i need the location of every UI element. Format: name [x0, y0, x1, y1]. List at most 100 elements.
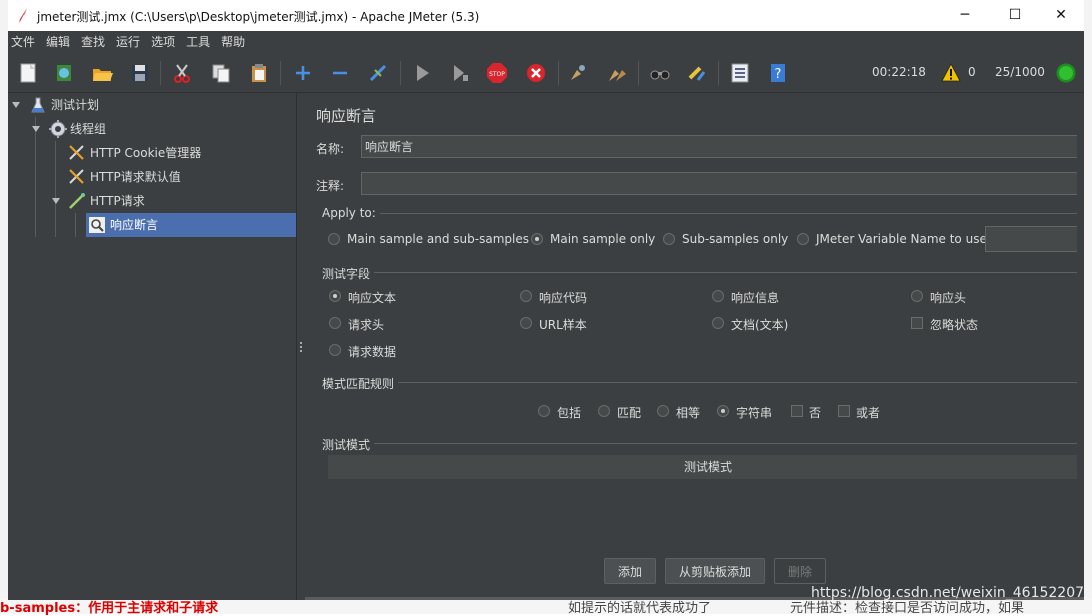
divider-grip	[300, 342, 302, 344]
menu-edit[interactable]: 编辑	[46, 31, 70, 53]
field-response-headers-radio[interactable]	[911, 290, 923, 302]
rule-contains-radio[interactable]	[538, 405, 550, 417]
rule-or-checkbox[interactable]	[838, 405, 850, 417]
collapse-icon[interactable]	[329, 62, 351, 84]
tree-item-thread-group[interactable]: 线程组	[8, 117, 296, 141]
menu-run[interactable]: 运行	[116, 31, 140, 53]
apply-sub-only-radio[interactable]	[663, 233, 675, 245]
name-field[interactable]: 响应断言	[361, 135, 1084, 158]
clear-icon[interactable]	[567, 62, 589, 84]
add-button[interactable]: 添加	[604, 558, 656, 584]
function-helper-icon[interactable]	[729, 62, 751, 84]
new-icon[interactable]	[17, 62, 39, 84]
title-bar[interactable]: jmeter测试.jmx (C:\Users\p\Desktop\jmeter测…	[8, 0, 1084, 31]
help-icon[interactable]: ?	[767, 62, 789, 84]
variable-name-field[interactable]	[985, 226, 1084, 252]
toolbar-separator	[160, 61, 161, 85]
field-response-headers-label[interactable]: 响应头	[930, 289, 966, 306]
field-document-radio[interactable]	[712, 317, 724, 329]
field-request-data-label[interactable]: 请求数据	[348, 343, 396, 360]
rule-equals-label[interactable]: 相等	[676, 404, 700, 421]
divider-grip	[300, 346, 302, 348]
toggle-icon[interactable]	[367, 62, 389, 84]
paste-icon[interactable]	[248, 62, 270, 84]
vertical-scrollbar[interactable]	[1077, 93, 1084, 600]
apply-main-only-label[interactable]: Main sample only	[550, 232, 655, 246]
delete-button[interactable]: 删除	[774, 558, 826, 584]
field-response-text-label[interactable]: 响应文本	[348, 289, 396, 306]
add-from-clipboard-button[interactable]: 从剪贴板添加	[665, 558, 765, 584]
field-response-text-radio[interactable]	[329, 290, 341, 302]
expand-arrow-icon[interactable]	[52, 198, 60, 204]
svg-text:STOP: STOP	[489, 71, 505, 78]
copy-icon[interactable]	[210, 62, 232, 84]
rule-matches-radio[interactable]	[598, 405, 610, 417]
rule-matches-label[interactable]: 匹配	[617, 404, 641, 421]
search-icon[interactable]	[649, 62, 671, 84]
menu-search[interactable]: 查找	[81, 31, 105, 53]
field-request-headers-label[interactable]: 请求头	[348, 316, 384, 333]
patterns-title: 测试模式	[322, 436, 375, 453]
field-document-label[interactable]: 文档(文本)	[731, 316, 788, 333]
test-field-title: 测试字段	[322, 265, 375, 282]
rule-equals-radio[interactable]	[657, 405, 669, 417]
open-icon[interactable]	[91, 62, 113, 84]
apply-main-only-radio[interactable]	[531, 233, 543, 245]
apply-variable-label[interactable]: JMeter Variable Name to use	[816, 232, 987, 246]
pattern-rules-title: 模式匹配规则	[322, 375, 399, 392]
apply-variable-radio[interactable]	[797, 233, 809, 245]
rule-not-label[interactable]: 否	[809, 404, 821, 421]
clear-all-icon[interactable]	[606, 62, 628, 84]
apply-main-and-sub-radio[interactable]	[328, 233, 340, 245]
patterns-table-header[interactable]: 测试模式	[328, 455, 1084, 479]
pipette-icon	[69, 193, 85, 209]
cut-icon[interactable]	[171, 62, 193, 84]
field-response-code-radio[interactable]	[520, 290, 532, 302]
start-icon[interactable]	[411, 62, 433, 84]
minimize-button[interactable]: ─	[942, 0, 988, 31]
comment-field[interactable]	[361, 172, 1084, 195]
rule-substring-radio[interactable]	[717, 405, 729, 417]
tree-item-http-defaults[interactable]: HTTP请求默认值	[8, 165, 296, 189]
tree-item-response-assertion[interactable]: 响应断言	[86, 213, 296, 237]
field-response-code-label[interactable]: 响应代码	[539, 289, 587, 306]
start-no-pause-icon[interactable]	[449, 62, 471, 84]
tree-item-label: HTTP请求	[90, 194, 145, 208]
field-response-message-radio[interactable]	[712, 290, 724, 302]
menu-help[interactable]: 帮助	[221, 31, 245, 53]
rule-or-label[interactable]: 或者	[856, 404, 880, 421]
expand-arrow-icon[interactable]	[12, 102, 20, 108]
expand-arrow-icon[interactable]	[32, 126, 40, 132]
rule-not-checkbox[interactable]	[791, 405, 803, 417]
close-button[interactable]: ✕	[1038, 0, 1084, 31]
maximize-button[interactable]: ☐	[992, 0, 1038, 31]
jmeter-feather-icon	[19, 8, 27, 23]
field-request-headers-radio[interactable]	[329, 317, 341, 329]
menu-file[interactable]: 文件	[11, 31, 35, 53]
tree-item-cookie-manager[interactable]: HTTP Cookie管理器	[8, 141, 296, 165]
reset-search-icon[interactable]	[686, 62, 708, 84]
rule-contains-label[interactable]: 包括	[557, 404, 581, 421]
field-response-message-label[interactable]: 响应信息	[731, 289, 779, 306]
templates-icon[interactable]	[53, 62, 75, 84]
menu-tools[interactable]: 工具	[186, 31, 210, 53]
ignore-status-label[interactable]: 忽略状态	[930, 316, 978, 333]
split-pane-divider[interactable]	[296, 93, 305, 600]
tree-item-http-request[interactable]: HTTP请求	[8, 189, 296, 213]
pattern-rules-group	[322, 382, 1084, 383]
field-url-sample-label[interactable]: URL样本	[539, 316, 587, 333]
ignore-status-checkbox[interactable]	[911, 317, 923, 329]
apply-sub-only-label[interactable]: Sub-samples only	[682, 232, 788, 246]
warning-icon[interactable]	[941, 63, 961, 83]
tree-item-test-plan[interactable]: 测试计划	[8, 93, 296, 117]
stop-icon[interactable]: STOP	[486, 62, 508, 84]
expand-icon[interactable]	[292, 62, 314, 84]
rule-substring-label[interactable]: 字符串	[736, 404, 772, 421]
field-request-data-radio[interactable]	[329, 344, 341, 356]
shutdown-icon[interactable]	[525, 62, 547, 84]
tree-item-label: 测试计划	[51, 98, 100, 112]
menu-options[interactable]: 选项	[151, 31, 175, 53]
apply-main-and-sub-label[interactable]: Main sample and sub-samples	[347, 232, 529, 246]
save-icon[interactable]	[129, 62, 151, 84]
field-url-sample-radio[interactable]	[520, 317, 532, 329]
